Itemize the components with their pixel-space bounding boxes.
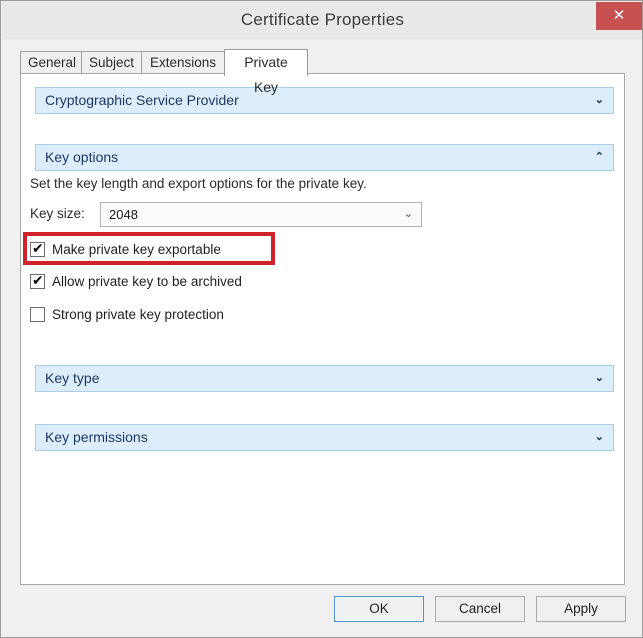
chevron-down-icon: ⌄	[594, 372, 604, 384]
checkbox-box: ✔	[30, 241, 45, 257]
cancel-button[interactable]: Cancel	[435, 596, 525, 622]
section-label-key-permissions: Key permissions	[45, 429, 148, 445]
section-key-permissions[interactable]: Key permissions ⌄	[35, 424, 614, 451]
chevron-down-icon: ⌄	[403, 208, 413, 220]
tab-extensions[interactable]: Extensions	[141, 51, 225, 74]
key-size-select[interactable]: 2048 ⌄	[100, 202, 422, 227]
tab-subject[interactable]: Subject	[81, 51, 142, 74]
ok-button[interactable]: OK	[334, 596, 424, 622]
key-size-value: 2048	[109, 207, 138, 222]
window-title: Certificate Properties	[240, 10, 405, 29]
section-cryptographic-service-provider[interactable]: Cryptographic Service Provider ⌄	[35, 87, 614, 114]
checkbox-box	[30, 307, 45, 322]
checkbox-label: Strong private key protection	[52, 307, 224, 322]
checkbox-label: Make private key exportable	[52, 242, 221, 257]
chevron-down-icon: ⌄	[594, 94, 604, 106]
section-label-key-type: Key type	[45, 370, 100, 386]
section-label-key-options: Key options	[45, 149, 119, 165]
section-label-csp: Cryptographic Service Provider	[45, 92, 239, 108]
tab-strip: General Subject Extensions Private Key	[20, 49, 625, 95]
apply-button[interactable]: Apply	[536, 596, 626, 622]
checkbox-label: Allow private key to be archived	[52, 274, 242, 289]
title-bar: Certificate Properties ✕	[2, 2, 642, 39]
chevron-up-icon: ⌃	[594, 151, 604, 163]
tab-general[interactable]: General	[20, 51, 82, 74]
check-icon: ✔	[32, 241, 44, 257]
private-key-tab-panel: Cryptographic Service Provider ⌄ Key opt…	[20, 73, 625, 585]
checkbox-box: ✔	[30, 273, 45, 289]
section-key-options[interactable]: Key options ⌃	[35, 144, 614, 171]
key-options-description: Set the key length and export options fo…	[30, 176, 367, 191]
key-size-label: Key size:	[30, 206, 85, 221]
section-key-type[interactable]: Key type ⌄	[35, 365, 614, 392]
tab-private-key[interactable]: Private Key	[224, 49, 308, 95]
close-button[interactable]: ✕	[596, 2, 642, 30]
close-icon: ✕	[612, 7, 626, 24]
certificate-properties-dialog: Certificate Properties ✕ General Subject…	[0, 0, 643, 638]
check-icon: ✔	[32, 273, 44, 289]
chevron-down-icon: ⌄	[594, 431, 604, 443]
